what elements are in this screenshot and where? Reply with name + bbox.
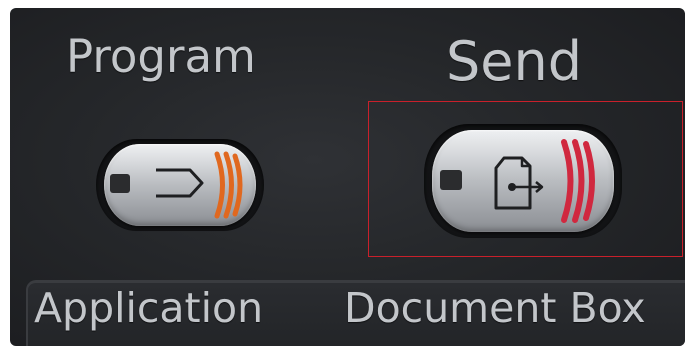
program-button[interactable] bbox=[104, 144, 256, 226]
document-box-label: Document Box bbox=[344, 284, 646, 332]
program-label: Program bbox=[66, 30, 256, 83]
program-indicator-lamp bbox=[110, 174, 130, 193]
program-icon bbox=[110, 151, 243, 219]
program-indicator-stripes bbox=[214, 151, 243, 219]
send-button-highlight bbox=[368, 101, 683, 257]
application-label: Application bbox=[34, 284, 264, 332]
send-label: Send bbox=[446, 30, 583, 93]
